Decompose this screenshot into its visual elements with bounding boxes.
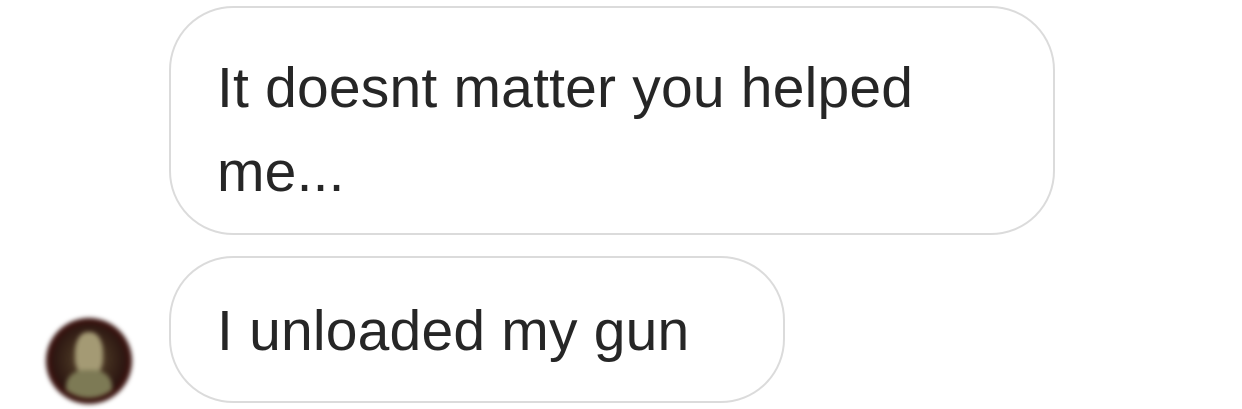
user-avatar-icon[interactable] [46, 318, 132, 404]
message-text: I unloaded my gun [217, 299, 690, 363]
avatar-ring [46, 318, 132, 404]
received-message-bubble[interactable]: I unloaded my gun [169, 256, 785, 403]
message-text: It doesnt matter you helped me... [217, 56, 914, 204]
received-message-bubble[interactable]: It doesnt matter you helped me... [169, 6, 1055, 235]
